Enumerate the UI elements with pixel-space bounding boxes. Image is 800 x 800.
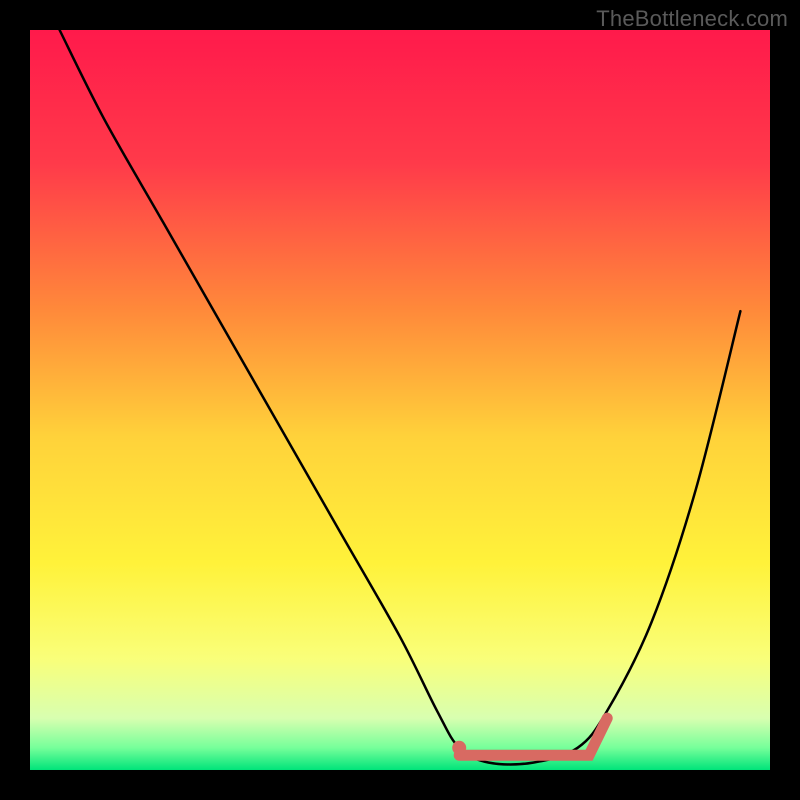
bottleneck-curve: [60, 30, 741, 764]
chart-svg: [30, 30, 770, 770]
optimal-segment: [459, 718, 607, 755]
chart-plot-area: [30, 30, 770, 770]
optimal-marker: [452, 741, 466, 755]
attribution-label: TheBottleneck.com: [596, 6, 788, 32]
